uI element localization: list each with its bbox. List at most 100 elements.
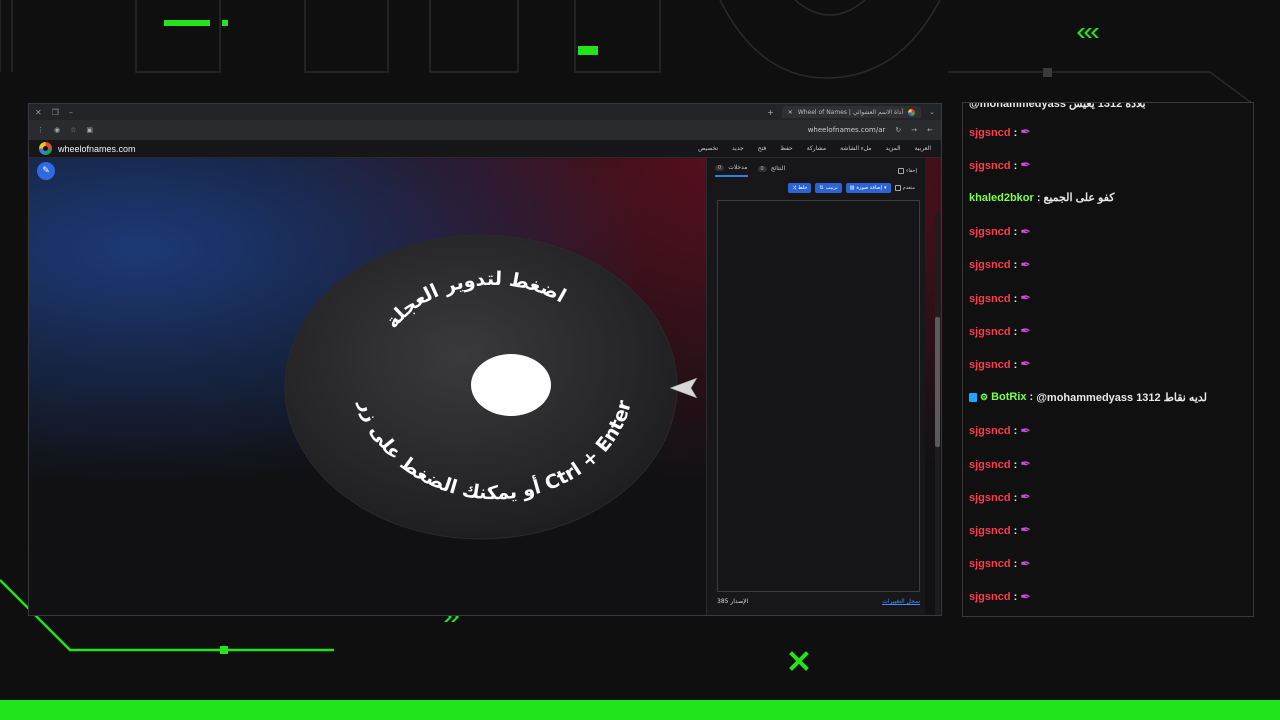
chat-separator: : — [1036, 191, 1041, 204]
chat-username[interactable]: sjgsncd — [969, 160, 1011, 172]
chat-username[interactable]: sjgsncd — [969, 459, 1011, 471]
tab-list-icon[interactable]: ⌄ — [929, 108, 935, 116]
chat-message: sjgsncd: ✒ — [969, 490, 1031, 505]
menu-item-save[interactable]: حفظ — [780, 145, 792, 152]
chat-username[interactable]: sjgsncd — [969, 226, 1011, 238]
feather-emote-icon: ✒ — [1020, 457, 1032, 472]
chat-message: sjgsncd: ✒ — [969, 424, 1031, 439]
add-image-label: إضافة صورة — [856, 185, 883, 191]
entries-toolbar: متقدم ▾ إضافة صورة ▨ ترتيب ⇅ خلط ⤨ — [707, 177, 925, 199]
chat-message: sjgsncd: ✒ — [969, 291, 1031, 306]
chat-separator: : — [1013, 591, 1018, 604]
tab-results[interactable]: النتائج 0 — [757, 164, 785, 177]
chat-separator: : — [1013, 159, 1018, 172]
more-menu-icon[interactable]: ⋮ — [37, 126, 44, 134]
address-bar: ⋮ ◉ ☆ ▣ wheelofnames.com/ar ↻ → ← — [29, 120, 941, 140]
menu-item-share[interactable]: مشاركة — [807, 145, 826, 152]
close-window-icon[interactable]: ✕ — [35, 108, 42, 117]
url-field[interactable]: wheelofnames.com/ar — [808, 126, 886, 134]
chat-username[interactable]: sjgsncd — [969, 525, 1011, 537]
feather-emote-icon: ✒ — [1020, 257, 1032, 273]
tab-entries[interactable]: مدخلات 0 — [715, 164, 748, 177]
shuffle-label: خلط — [797, 185, 808, 191]
chat-username[interactable]: sjgsncd — [969, 259, 1011, 271]
menu-item-new[interactable]: جديد — [732, 145, 744, 152]
tab-favicon — [908, 108, 916, 116]
chat-username[interactable]: sjgsncd — [969, 359, 1011, 371]
app-header: wheelofnames.com العربية المزيد ملء الشا… — [29, 140, 941, 158]
bookmark-star-icon[interactable]: ☆ — [70, 126, 76, 134]
menu-item-language[interactable]: العربية — [915, 145, 931, 152]
entries-panel: إخفاء النتائج 0 مدخلات 0 متقدم ▾ إضافة ص… — [706, 158, 925, 615]
chat-message: sjgsncd: ✒ — [969, 523, 1031, 538]
tab-title: Wheel of Names | أداة الاسم العشوائي — [797, 108, 904, 116]
profile-icon[interactable]: ◉ — [54, 126, 60, 134]
hide-panel-toggle[interactable]: إخفاء — [898, 167, 917, 174]
brand[interactable]: wheelofnames.com — [39, 142, 136, 155]
chat-message: sjgsncd: ✒ — [969, 557, 1031, 572]
sort-icon: ⇅ — [819, 185, 824, 191]
feather-emote-icon: ✒ — [1020, 523, 1032, 539]
chat-message: ⚙ BotRix: @mohammedyass 1312 لديه نقاط — [969, 391, 1207, 404]
close-tab-icon[interactable]: ✕ — [788, 109, 793, 116]
advanced-checkbox[interactable] — [894, 185, 901, 191]
shuffle-button[interactable]: خلط ⤨ — [787, 183, 812, 193]
chat-separator: : — [1013, 325, 1018, 338]
changelog-link[interactable]: سجل التغييرات — [882, 598, 920, 605]
minimize-window-icon[interactable]: – — [69, 108, 73, 117]
feather-emote-icon: ✒ — [1020, 324, 1032, 340]
chat-username[interactable]: khaled2bkor — [969, 192, 1034, 204]
browser-window: ✕ ❐ – + ✕ Wheel of Names | أداة الاسم ال… — [28, 103, 942, 616]
edit-pencil-icon[interactable]: ✎ — [37, 162, 55, 180]
chat-username[interactable]: sjgsncd — [969, 558, 1011, 570]
wheel[interactable]: اضغط لتدوير العجلة أو يمكنك الضغط على زر… — [283, 232, 703, 542]
bot-badge-icon — [969, 392, 977, 402]
feather-emote-icon: ✒ — [1020, 589, 1032, 605]
scroll-thumb[interactable] — [935, 317, 940, 447]
sort-label: ترتيب — [825, 185, 838, 191]
partial-text: @mohammedyass بلاده 1312 يعيش — [969, 102, 1146, 110]
entries-textarea[interactable] — [717, 200, 920, 592]
results-count-badge: 0 — [757, 165, 767, 172]
extensions-icon[interactable]: ▣ — [86, 126, 93, 134]
chat-message: sjgsncd: ✒ — [969, 457, 1031, 472]
chat-message: sjgsncd: ✒ — [969, 590, 1031, 605]
menu-item-customize[interactable]: تخصيص — [698, 145, 718, 152]
stream-chat: @mohammedyass بلاده 1312 يعيش sjgsncd: ✒ s… — [962, 102, 1254, 617]
wheel-center — [471, 354, 551, 416]
forward-icon[interactable]: → — [911, 126, 917, 134]
chat-username[interactable]: sjgsncd — [969, 591, 1011, 603]
sort-button[interactable]: ترتيب ⇅ — [815, 183, 842, 193]
maximize-window-icon[interactable]: ❐ — [52, 108, 59, 117]
feather-emote-icon: ✒ — [1020, 556, 1032, 572]
wheel-pointer-icon — [669, 377, 698, 399]
new-tab-button[interactable]: + — [767, 108, 774, 117]
chat-separator: : — [1013, 292, 1018, 305]
panel-tabs: إخفاء النتائج 0 مدخلات 0 — [707, 158, 925, 177]
chat-username[interactable]: sjgsncd — [969, 492, 1011, 504]
chat-username[interactable]: BotRix — [991, 391, 1026, 403]
back-icon[interactable]: ← — [927, 126, 933, 134]
tab-entries-label: مدخلات — [728, 164, 748, 171]
browser-tab[interactable]: ✕ Wheel of Names | أداة الاسم العشوائي — [781, 106, 922, 118]
stream-overlay: ✕ ❐ – + ✕ Wheel of Names | أداة الاسم ال… — [0, 0, 1280, 720]
chat-partial-message: @mohammedyass بلاده 1312 يعيش — [969, 102, 1146, 110]
chat-separator: : — [1013, 259, 1018, 272]
hide-checkbox[interactable] — [898, 167, 905, 174]
chat-separator: : — [1013, 458, 1018, 471]
menu-item-fullscreen[interactable]: ملء الشاشة — [840, 145, 871, 152]
chevron-down-icon: ▾ — [884, 185, 887, 191]
chat-username[interactable]: sjgsncd — [969, 293, 1011, 305]
chat-username[interactable]: sjgsncd — [969, 425, 1011, 437]
add-image-button[interactable]: ▾ إضافة صورة ▨ — [845, 183, 891, 193]
chat-username[interactable]: sjgsncd — [969, 326, 1011, 338]
page-scrollbar[interactable] — [935, 212, 940, 615]
chat-message: sjgsncd: ✒ — [969, 158, 1031, 173]
reload-icon[interactable]: ↻ — [895, 126, 901, 134]
menu-item-more[interactable]: المزيد — [886, 145, 901, 152]
chat-separator: : — [1013, 358, 1018, 371]
feather-emote-icon: ✒ — [1020, 423, 1032, 439]
menu-item-open[interactable]: فتح — [758, 145, 767, 152]
advanced-toggle[interactable]: متقدم — [894, 185, 915, 191]
chat-username[interactable]: sjgsncd — [969, 127, 1011, 139]
